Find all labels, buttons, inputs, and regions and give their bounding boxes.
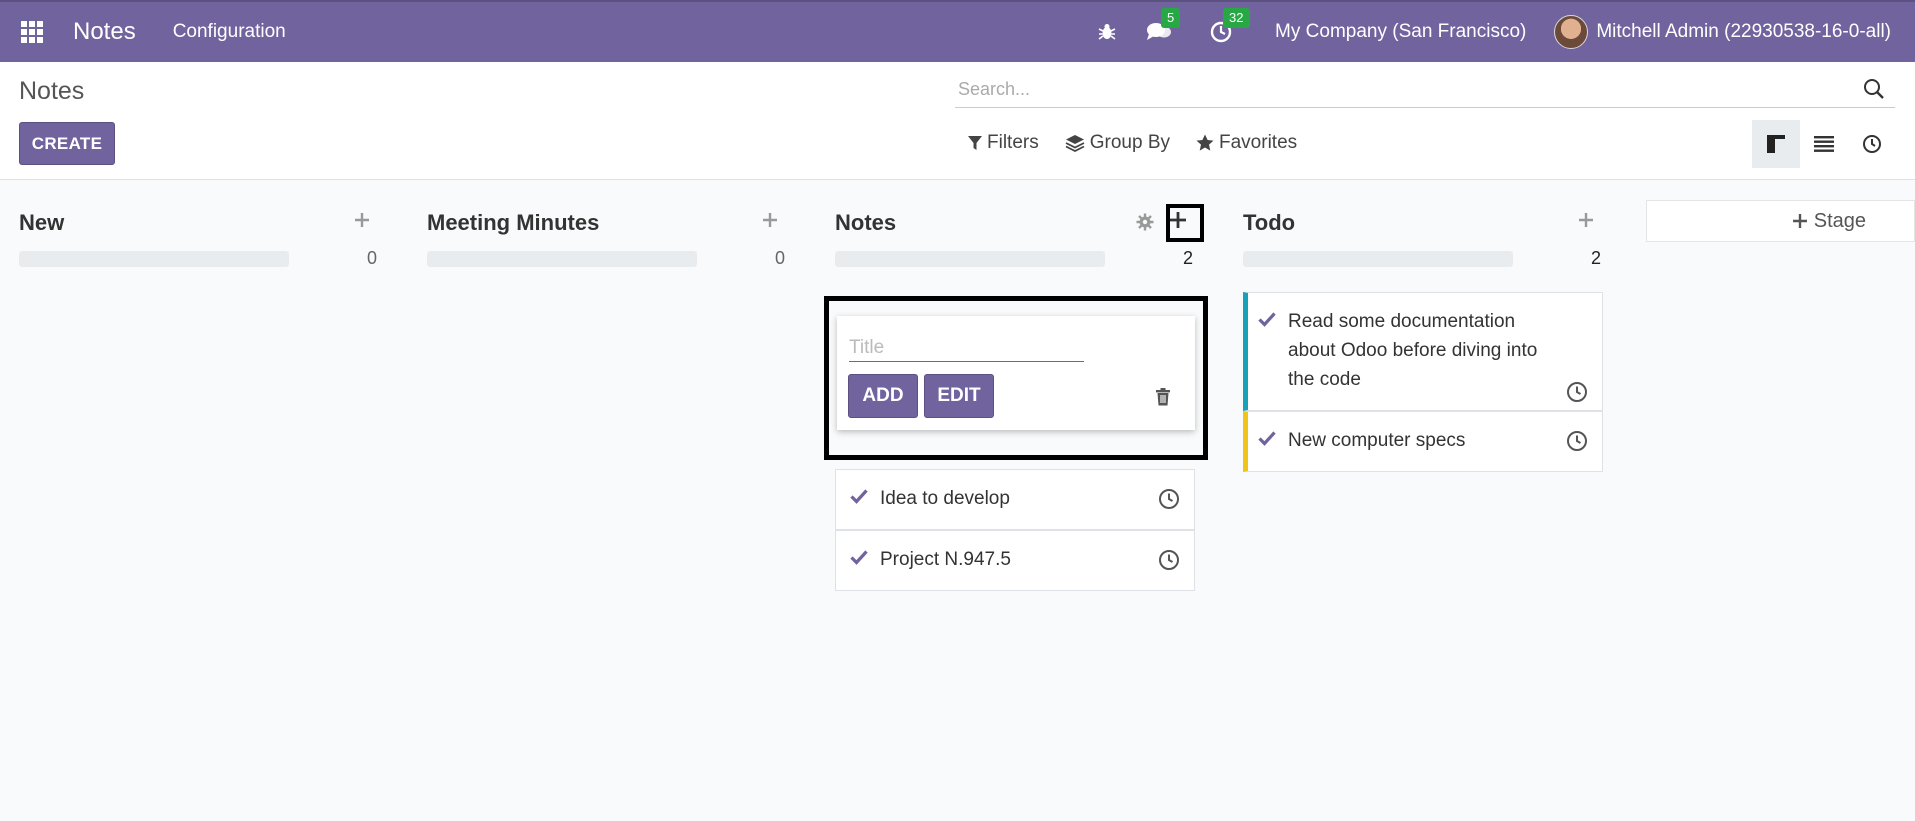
kanban-card[interactable]: Project N.947.5 [835, 530, 1195, 591]
column-header: Todo 2 [1243, 180, 1603, 268]
list-icon [1814, 136, 1834, 152]
user-name: Mitchell Admin (22930538-16-0-all) [1596, 21, 1891, 42]
edit-button[interactable]: EDIT [924, 374, 994, 418]
favorites-label: Favorites [1219, 132, 1298, 153]
kanban-card[interactable]: Idea to develop [835, 469, 1195, 530]
check-icon[interactable] [850, 488, 868, 504]
column-header: Meeting Minutes 0 [427, 180, 787, 268]
activity-clock-icon[interactable] [1566, 381, 1588, 403]
column-progress-bar [19, 251, 289, 267]
control-panel: Notes CREATE Filters Group By Favorites [0, 62, 1915, 180]
card-title: Project N.947.5 [880, 549, 1011, 570]
search-options: Filters Group By Favorites [968, 132, 1297, 154]
add-stage-label: Stage [1813, 209, 1866, 232]
quick-create-form: ADD EDIT [837, 316, 1195, 430]
filters-button[interactable]: Filters [968, 132, 1039, 154]
check-icon[interactable] [1258, 311, 1276, 327]
plus-icon [1579, 213, 1593, 227]
title-input[interactable] [849, 334, 1084, 362]
top-navbar: Notes Configuration 5 32 My Company (San… [0, 0, 1915, 62]
messages-badge: 5 [1161, 8, 1181, 28]
activity-clock-icon[interactable] [1566, 430, 1588, 452]
plus-icon [1792, 214, 1807, 228]
activity-clock-icon[interactable] [1158, 488, 1180, 510]
page-title: Notes [19, 77, 85, 105]
card-title: Idea to develop [880, 488, 1010, 509]
column-header: Notes 2 [835, 180, 1195, 268]
column-title: Todo [1243, 210, 1296, 235]
group-by-button[interactable]: Group By [1065, 132, 1170, 154]
star-icon [1196, 134, 1214, 151]
kanban-view-button[interactable] [1752, 120, 1800, 168]
activity-clock-icon[interactable] [1158, 549, 1180, 571]
quick-add-button[interactable] [1571, 205, 1601, 235]
column-count: 2 [1182, 248, 1193, 268]
clock-icon [1863, 135, 1881, 153]
user-menu[interactable]: Mitchell Admin (22930538-16-0-all) [1554, 15, 1891, 49]
user-avatar [1554, 15, 1589, 49]
column-title: Meeting Minutes [427, 210, 600, 235]
check-icon[interactable] [1258, 430, 1276, 446]
trash-icon[interactable] [1155, 388, 1171, 411]
column-progress-bar [1243, 251, 1513, 267]
quick-add-button[interactable] [347, 205, 377, 235]
quick-add-button[interactable] [755, 205, 785, 235]
activities-clock-icon[interactable]: 32 [1207, 8, 1250, 46]
navbar-systray: 5 32 My Company (San Francisco) Mitchell… [1093, 2, 1915, 62]
search-icon[interactable] [1863, 78, 1885, 105]
create-button[interactable]: CREATE [19, 122, 115, 165]
column-title: Notes [835, 210, 897, 235]
favorites-button[interactable]: Favorites [1196, 132, 1297, 154]
debug-bug-icon[interactable] [1093, 18, 1121, 46]
column-count: 0 [774, 248, 785, 268]
card-title: New computer specs [1288, 430, 1466, 451]
menu-configuration[interactable]: Configuration [173, 21, 286, 43]
kanban-card[interactable]: Read some documentation about Odoo befor… [1243, 292, 1603, 411]
view-switcher [1752, 120, 1896, 168]
column-header: New 0 [19, 180, 379, 268]
card-title: Read some documentation about Odoo befor… [1288, 311, 1538, 390]
quick-add-button[interactable] [1163, 205, 1193, 235]
add-button[interactable]: ADD [848, 374, 918, 418]
company-switcher[interactable]: My Company (San Francisco) [1275, 21, 1526, 43]
column-progress-bar [835, 251, 1105, 267]
activity-view-button[interactable] [1848, 120, 1896, 168]
search-bar [955, 72, 1895, 108]
search-input[interactable] [955, 79, 1835, 100]
column-progress-bar [427, 251, 697, 267]
apps-menu-icon[interactable] [21, 21, 43, 43]
kanban-icon [1767, 135, 1785, 153]
add-stage-button[interactable]: Stage [1646, 200, 1915, 242]
plus-icon [1170, 212, 1186, 228]
plus-icon [763, 213, 777, 227]
list-view-button[interactable] [1800, 120, 1848, 168]
layers-icon [1065, 135, 1085, 152]
check-icon[interactable] [850, 549, 868, 565]
filter-icon [968, 136, 982, 150]
column-settings-gear-icon[interactable] [1135, 212, 1155, 232]
plus-icon [355, 213, 369, 227]
app-name[interactable]: Notes [73, 18, 136, 46]
messages-chat-icon[interactable]: 5 [1145, 8, 1181, 46]
column-count: 2 [1590, 248, 1601, 268]
kanban-card[interactable]: New computer specs [1243, 411, 1603, 472]
column-title: New [19, 210, 65, 235]
group-by-label: Group By [1089, 132, 1170, 153]
activities-badge: 32 [1223, 8, 1250, 28]
filters-label: Filters [987, 132, 1039, 153]
column-count: 0 [366, 248, 377, 268]
